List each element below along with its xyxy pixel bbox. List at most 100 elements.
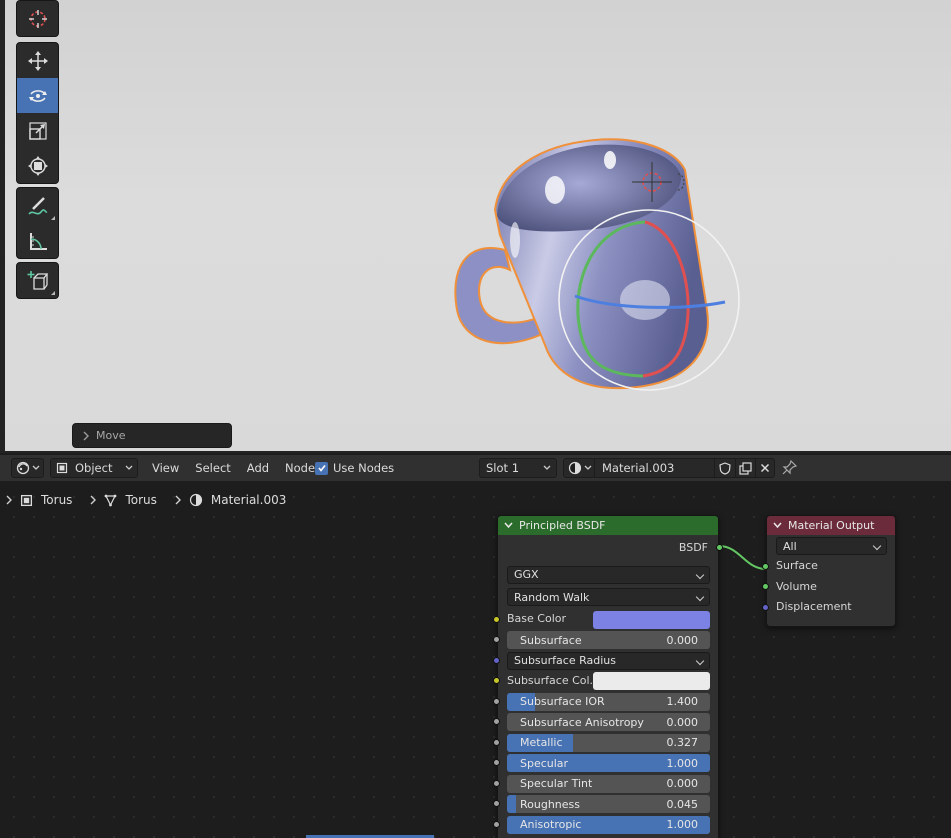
slider-value: 0.045 <box>666 797 699 811</box>
pin-button[interactable] <box>782 459 798 478</box>
subsurface-method-row: Random Walk <box>498 586 718 607</box>
checkbox-checked-icon <box>315 461 328 475</box>
input-socket[interactable] <box>493 759 500 766</box>
node-editor-canvas[interactable]: Torus Torus Material.003 Principled BSDF… <box>0 481 951 838</box>
subsurface-radius-label: Subsurface Radius <box>514 654 616 667</box>
bsdf-output-socket[interactable] <box>716 544 723 551</box>
input-socket[interactable] <box>493 779 500 787</box>
scale-icon <box>28 121 47 140</box>
transform-icon <box>27 155 48 176</box>
subsurface-anisotropy-slider[interactable]: Subsurface Anisotropy 0.000 <box>507 713 710 731</box>
collapse-arrow-icon <box>504 522 513 529</box>
specular-tint-slider[interactable]: Specular Tint 0.000 <box>507 774 710 793</box>
input-socket[interactable] <box>493 718 500 725</box>
slider-label: Specular <box>520 756 569 770</box>
subsurface-color-label: Subsurface Col.. <box>507 673 597 687</box>
specular-row: Specular 1.000 <box>493 752 718 773</box>
base-color-row: Base Color <box>493 609 718 630</box>
metallic-slider[interactable]: Metallic 0.327 <box>507 733 710 752</box>
chevron-down-icon <box>32 465 40 470</box>
slot-dropdown[interactable]: Slot 1 <box>479 458 557 478</box>
subsurface-slider[interactable]: Subsurface 0.000 <box>507 631 710 649</box>
slider-label: Metallic <box>520 736 563 749</box>
slider-label: Subsurface <box>520 633 582 647</box>
move-tool[interactable] <box>17 43 58 78</box>
input-socket[interactable] <box>493 800 500 807</box>
input-socket[interactable] <box>493 677 500 684</box>
menu-add[interactable]: Add <box>239 461 277 475</box>
mug-object[interactable] <box>445 130 755 400</box>
surface-socket[interactable] <box>762 562 769 570</box>
subsurface-ior-slider[interactable]: Subsurface IOR 1.400 <box>507 692 710 711</box>
fake-user-button[interactable] <box>714 458 736 478</box>
node-editor-icon <box>16 461 30 475</box>
menu-view[interactable]: View <box>144 461 187 475</box>
chevron-down-icon <box>695 570 705 579</box>
slider-value: 0.000 <box>666 777 699 790</box>
subsurface-color-swatch[interactable] <box>593 672 710 690</box>
chevron-down-icon <box>695 592 705 602</box>
principled-bsdf-node[interactable]: Principled BSDF BSDF GGX Random Walk Bas… <box>493 515 723 838</box>
input-socket[interactable] <box>493 738 500 746</box>
input-socket[interactable] <box>493 656 500 664</box>
distribution-dropdown[interactable]: GGX <box>507 565 710 584</box>
unlink-material-button[interactable] <box>755 458 775 478</box>
slider-value: 0.000 <box>666 715 699 729</box>
use-nodes-toggle[interactable]: Use Nodes <box>315 461 394 475</box>
displacement-input-row: Displacement <box>762 597 895 618</box>
pencil-icon <box>27 196 47 215</box>
base-color-socket[interactable] <box>493 615 500 623</box>
node-header[interactable]: Principled BSDF <box>498 516 718 535</box>
add-cube-tool[interactable] <box>17 263 58 298</box>
target-dropdown[interactable]: All <box>776 537 887 555</box>
subsurface-method-dropdown[interactable]: Random Walk <box>507 588 710 606</box>
specular-tint-row: Specular Tint 0.000 <box>493 773 718 794</box>
node-header[interactable]: Material Output <box>767 516 895 535</box>
annotate-tool[interactable] <box>17 188 58 223</box>
target-row: All <box>767 535 895 556</box>
measure-tool[interactable] <box>17 223 58 258</box>
browse-material-button[interactable] <box>563 458 595 478</box>
breadcrumb-material: Material.003 <box>210 493 287 507</box>
bsdf-output-row: BSDF <box>498 537 723 558</box>
toolbar-cursor-group <box>16 0 59 37</box>
input-socket[interactable] <box>493 636 500 643</box>
surface-input-row: Surface <box>762 556 895 577</box>
rotate-tool[interactable] <box>17 78 58 113</box>
editor-type-selector[interactable] <box>11 458 44 478</box>
3d-viewport[interactable]: Move <box>0 0 951 453</box>
input-socket[interactable] <box>493 820 500 828</box>
roughness-slider[interactable]: Roughness 0.045 <box>507 795 710 813</box>
input-socket[interactable] <box>493 697 500 705</box>
breadcrumb: Torus Torus Material.003 <box>6 493 286 507</box>
shield-icon <box>719 461 731 475</box>
cursor-tool[interactable] <box>17 1 58 36</box>
menu-select[interactable]: Select <box>187 461 238 475</box>
subsurface-radius-dropdown[interactable]: Subsurface Radius <box>507 651 710 670</box>
last-operator-label: Move <box>96 429 126 442</box>
move-icon <box>27 50 48 71</box>
duplicate-icon <box>739 461 752 475</box>
target-value: All <box>783 539 797 553</box>
slider-value: 1.000 <box>666 818 699 831</box>
scale-tool[interactable] <box>17 113 58 148</box>
breadcrumb-object: Torus <box>41 493 73 507</box>
collapse-arrow-icon <box>773 522 782 529</box>
material-sphere-icon <box>568 461 582 475</box>
transform-tool[interactable] <box>17 148 58 183</box>
base-color-swatch[interactable] <box>593 610 710 629</box>
material-output-node[interactable]: Material Output All Surface Volume Displ… <box>762 515 896 627</box>
volume-socket[interactable] <box>762 583 769 590</box>
material-name-field[interactable]: Material.003 <box>594 458 715 478</box>
last-operator-panel[interactable]: Move <box>72 423 232 448</box>
chevron-right-icon <box>90 495 97 505</box>
displacement-socket[interactable] <box>762 603 769 611</box>
slider-label: Anisotropic <box>520 818 582 831</box>
chevron-down-icon <box>584 465 592 470</box>
bsdf-output-label: BSDF <box>678 540 708 554</box>
duplicate-material-button[interactable] <box>735 458 756 478</box>
specular-slider[interactable]: Specular 1.000 <box>507 754 710 772</box>
slider-label: Subsurface Anisotropy <box>520 715 644 729</box>
anisotropic-slider[interactable]: Anisotropic 1.000 <box>507 815 710 834</box>
object-mode-dropdown[interactable]: Object <box>50 458 138 478</box>
